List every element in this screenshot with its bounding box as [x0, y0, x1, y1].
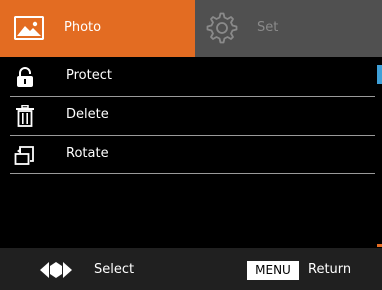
menu-item-protect[interactable]: Protect [0, 57, 376, 96]
menu-item-rotate[interactable]: Rotate [0, 135, 376, 174]
left-right-arrows-icon [40, 262, 72, 278]
rotate-icon [14, 146, 34, 165]
camera-menu-screen: Photo Set Protect Delete Rotate Select M… [0, 0, 382, 290]
menu-item-label: Protect [66, 68, 112, 83]
tab-set-label: Set [257, 20, 279, 35]
menu-item-label: Rotate [66, 146, 109, 161]
select-hint-label: Select [94, 262, 135, 277]
tab-photo[interactable]: Photo [0, 0, 195, 57]
lock-icon [17, 67, 33, 87]
menu-item-delete[interactable]: Delete [0, 96, 376, 135]
scrollbar[interactable] [376, 57, 382, 248]
tab-photo-label: Photo [64, 20, 102, 35]
tab-set[interactable]: Set [195, 0, 382, 57]
gear-icon [206, 12, 238, 44]
divider [10, 173, 375, 174]
trash-icon [16, 105, 34, 127]
scrollbar-end-marker [377, 244, 382, 247]
photo-icon [14, 16, 44, 40]
return-hint-label: Return [308, 262, 352, 277]
scrollbar-thumb[interactable] [377, 65, 382, 84]
menu-key-badge: MENU [247, 261, 299, 280]
menu-item-label: Delete [66, 107, 109, 122]
